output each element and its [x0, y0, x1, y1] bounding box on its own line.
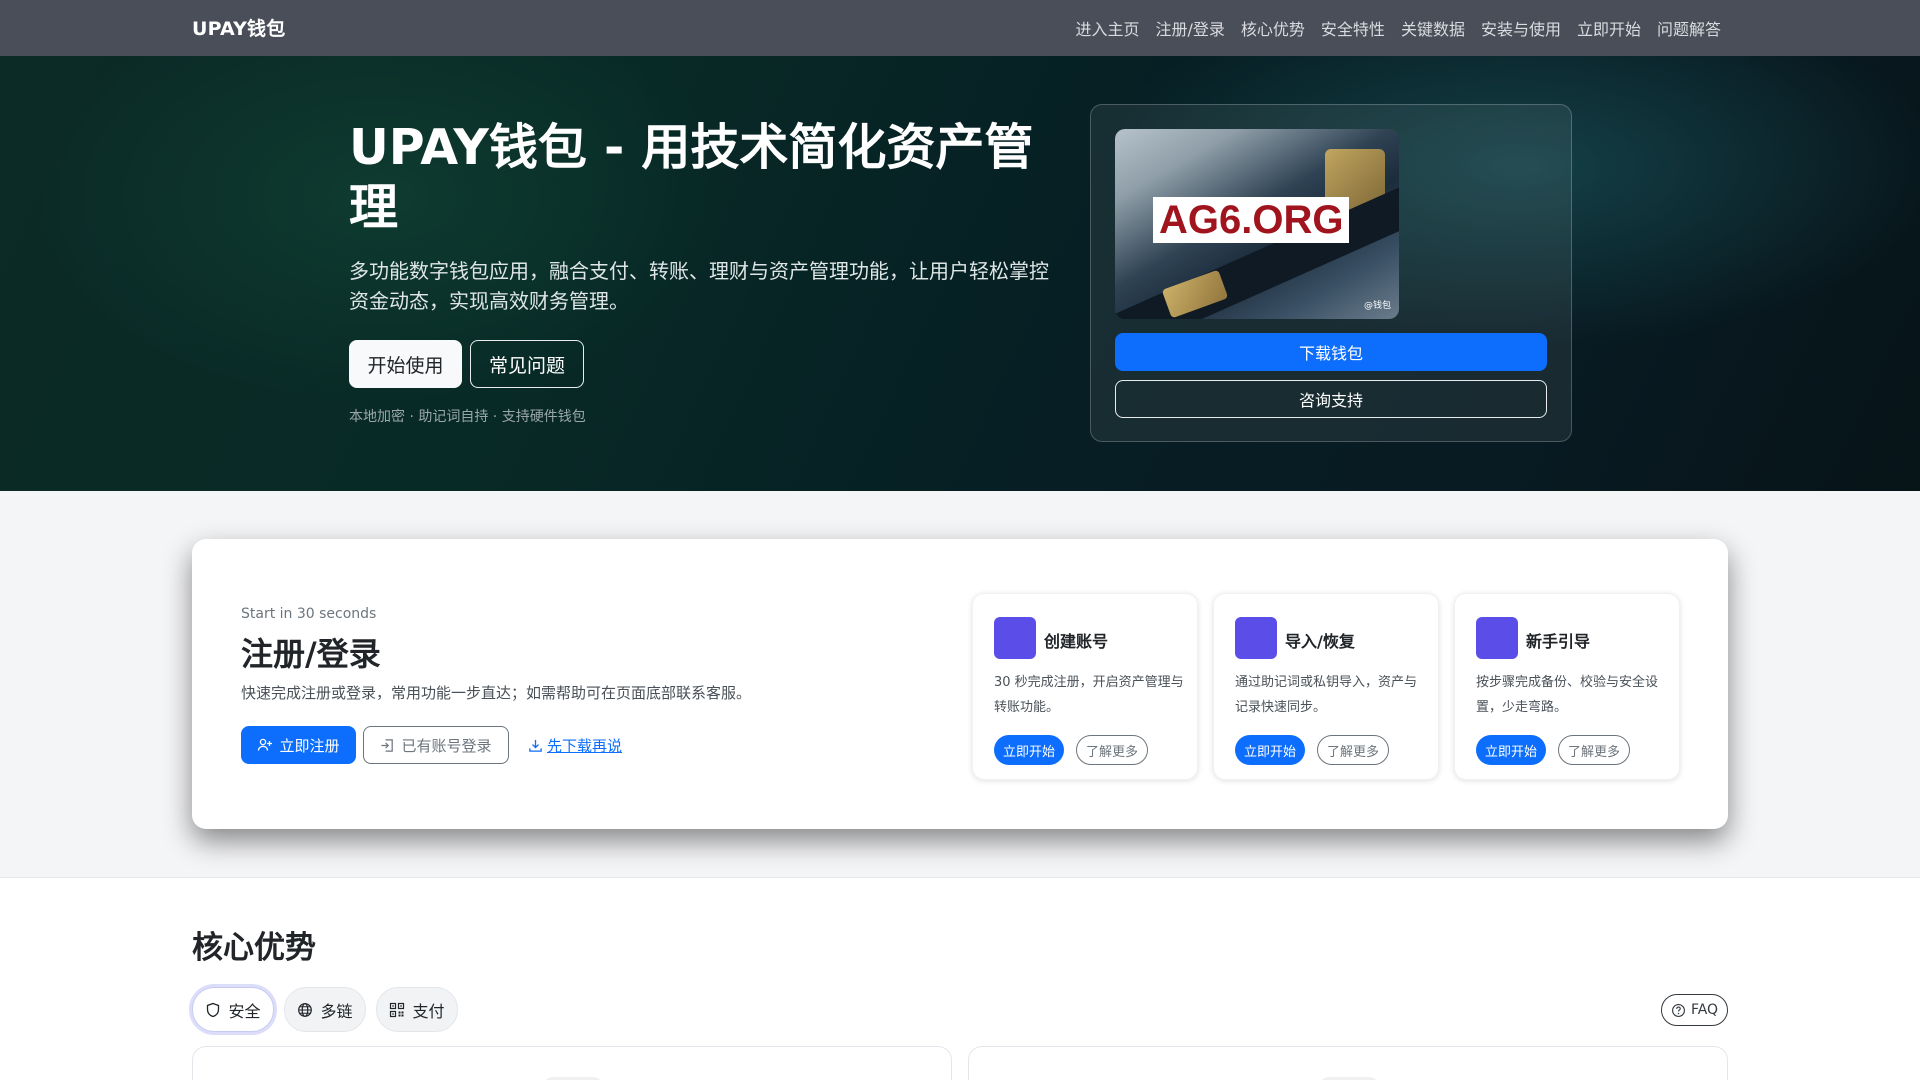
- card-description: 30 秒完成注册，开启资产管理与转账功能。: [994, 675, 1184, 715]
- download-wallet-button[interactable]: 下载钱包: [1115, 333, 1547, 371]
- faq-link[interactable]: FAQ: [1661, 994, 1728, 1026]
- card-more-button[interactable]: 了解更多: [1558, 735, 1631, 765]
- card-title: 创建账号: [1044, 632, 1109, 651]
- card-start-button[interactable]: 立即开始: [1235, 735, 1306, 765]
- register-eyebrow: Start in 30 seconds: [241, 606, 377, 622]
- nav-link-stats[interactable]: 关键数据: [1401, 16, 1465, 40]
- register-now-label: 立即注册: [279, 736, 340, 755]
- tab-label: 多链: [320, 1001, 353, 1021]
- shield-icon: [205, 1002, 221, 1018]
- card-more-button[interactable]: 了解更多: [1317, 735, 1390, 765]
- card-title: 新手引导: [1526, 632, 1591, 651]
- advantages-title: 核心优势: [192, 930, 316, 966]
- login-label: 已有账号登录: [401, 736, 492, 755]
- nav-link-advantages[interactable]: 核心优势: [1241, 16, 1305, 40]
- brand-logo[interactable]: UPAY钱包: [192, 14, 285, 41]
- tab-label: 支付: [412, 1001, 445, 1021]
- download-first-label: 先下载再说: [547, 736, 623, 755]
- register-card: Start in 30 seconds 注册/登录 快速完成注册或登录，常用功能…: [192, 539, 1728, 829]
- card-description: 按步骤完成备份、校验与安全设置，少走弯路。: [1476, 675, 1659, 715]
- feature-card: [968, 1046, 1728, 1080]
- nav-link-security[interactable]: 安全特性: [1321, 16, 1385, 40]
- image-watermark: @钱包: [1363, 301, 1391, 311]
- qr-code-icon: [389, 1002, 405, 1018]
- hero-note: 本地加密 · 助记词自持 · 支持硬件钱包: [349, 409, 586, 425]
- tab-label: 安全: [228, 1001, 261, 1021]
- start-button[interactable]: 开始使用: [349, 340, 462, 388]
- faq-label: FAQ: [1690, 1002, 1719, 1018]
- nav-link-install[interactable]: 安装与使用: [1481, 16, 1561, 40]
- hero-section: UPAY钱包 - 用技术简化资产管理 多功能数字钱包应用，融合支付、转账、理财与…: [0, 56, 1920, 491]
- top-navbar: UPAY钱包 进入主页 注册/登录 核心优势 安全特性 关键数据 安装与使用 立…: [0, 0, 1920, 56]
- user-plus-icon: [994, 617, 1036, 659]
- card-description: 通过助记词或私钥导入，资产与记录快速同步。: [1235, 675, 1418, 715]
- nav-link-start[interactable]: 立即开始: [1577, 16, 1641, 40]
- nav-link-register[interactable]: 注册/登录: [1156, 16, 1225, 40]
- card-start-button[interactable]: 立即开始: [1476, 735, 1547, 765]
- hero-title: UPAY钱包 - 用技术简化资产管理: [349, 119, 1034, 236]
- register-title: 注册/登录: [241, 635, 381, 673]
- hero-subtitle: 多功能数字钱包应用，融合支付、转账、理财与资产管理功能，让用户轻松掌控资金动态，…: [349, 259, 1049, 313]
- nav-link-faq[interactable]: 问题解答: [1657, 16, 1721, 40]
- register-description: 快速完成注册或登录，常用功能一步直达；如需帮助可在页面底部联系客服。: [241, 684, 752, 702]
- globe-icon: [297, 1002, 313, 1018]
- tab-multichain[interactable]: 多链: [284, 987, 366, 1032]
- login-button[interactable]: 已有账号登录: [363, 726, 509, 764]
- feature-card: [192, 1046, 952, 1080]
- login-icon: [380, 738, 395, 753]
- download-card: AG6.ORG @钱包 下载钱包 咨询支持: [1090, 104, 1572, 442]
- import-icon: [1235, 617, 1277, 659]
- tab-security[interactable]: 安全: [192, 987, 274, 1032]
- faq-button[interactable]: 常见问题: [470, 340, 584, 388]
- card-title: 导入/恢复: [1285, 632, 1355, 651]
- card-more-button[interactable]: 了解更多: [1076, 735, 1149, 765]
- download-first-link[interactable]: 先下载再说: [528, 726, 622, 764]
- question-circle-icon: [1671, 1003, 1686, 1018]
- register-now-button[interactable]: 立即注册: [241, 726, 356, 764]
- add-user-icon: [257, 737, 273, 753]
- tab-payment[interactable]: 支付: [376, 987, 458, 1032]
- consult-support-button[interactable]: 咨询支持: [1115, 380, 1547, 418]
- image-caption: AG6.ORG: [1153, 197, 1350, 243]
- hero-image: AG6.ORG @钱包: [1115, 129, 1399, 319]
- nav-links: 进入主页 注册/登录 核心优势 安全特性 关键数据 安装与使用 立即开始 问题解…: [1059, 0, 1721, 56]
- guide-icon: [1476, 617, 1518, 659]
- import-restore-card: 导入/恢复 通过助记词或私钥导入，资产与记录快速同步。 立即开始 了解更多: [1213, 593, 1439, 780]
- beginner-guide-card: 新手引导 按步骤完成备份、校验与安全设置，少走弯路。 立即开始 了解更多: [1454, 593, 1680, 780]
- card-start-button[interactable]: 立即开始: [994, 735, 1065, 765]
- create-account-card: 创建账号 30 秒完成注册，开启资产管理与转账功能。 立即开始 了解更多: [972, 593, 1198, 780]
- download-icon: [528, 738, 543, 753]
- nav-link-home[interactable]: 进入主页: [1075, 16, 1139, 40]
